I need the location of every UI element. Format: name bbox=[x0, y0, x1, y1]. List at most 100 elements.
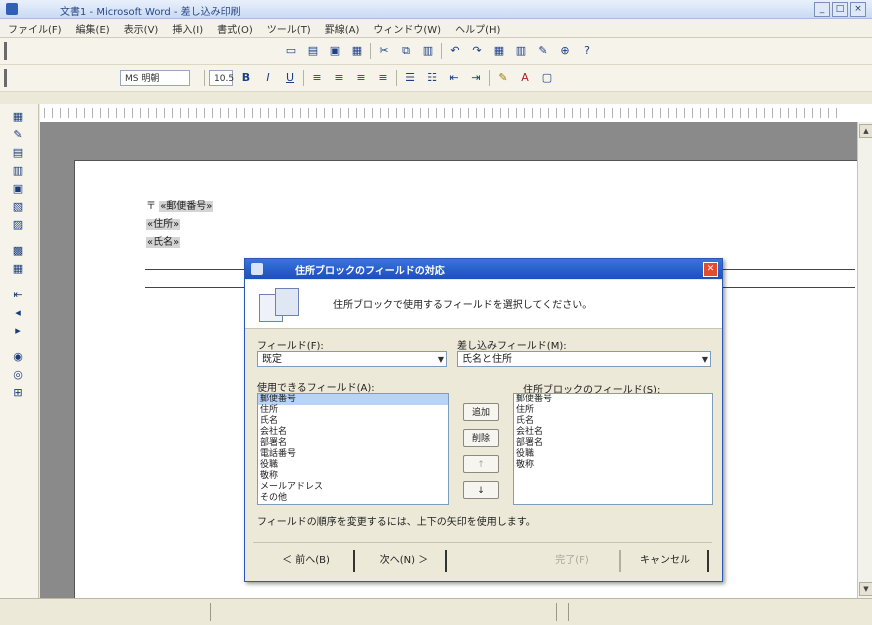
list-item[interactable]: その他 bbox=[258, 493, 448, 504]
list-item[interactable]: 氏名 bbox=[258, 416, 448, 427]
merge-field-select[interactable]: 氏名と住所 ▼ bbox=[457, 351, 711, 367]
list-item[interactable]: 会社名 bbox=[258, 427, 448, 438]
horizontal-ruler[interactable] bbox=[40, 104, 872, 123]
bold-icon[interactable]: B bbox=[237, 69, 255, 87]
menu-table[interactable]: 罫線(A) bbox=[325, 21, 360, 36]
align-left-icon[interactable]: ≡ bbox=[308, 69, 326, 87]
copy-icon[interactable]: ⧉ bbox=[397, 42, 415, 60]
open-folder-icon[interactable]: ▤ bbox=[304, 42, 322, 60]
indent-icon[interactable]: ⇥ bbox=[467, 69, 485, 87]
redo-icon[interactable]: ↷ bbox=[468, 42, 486, 60]
undo-icon[interactable]: ↶ bbox=[446, 42, 464, 60]
justify-icon[interactable]: ≡ bbox=[374, 69, 392, 87]
print-icon[interactable]: ▦ bbox=[348, 42, 366, 60]
list-item[interactable]: 役職 bbox=[514, 449, 712, 460]
greeting-line-icon[interactable]: ▧ bbox=[9, 200, 27, 214]
font-select[interactable]: MS 明朝 bbox=[120, 70, 190, 86]
move-down-button[interactable]: ↓ bbox=[463, 481, 499, 499]
find-entry-icon[interactable]: ◉ bbox=[9, 350, 27, 364]
formatting-toolbar: MS 明朝 10.5 B I U ≡ ≡ ≡ ≡ ☰ ☷ ⇤ ⇥ ✎ A ▢ bbox=[0, 65, 872, 92]
insert-merge-field-icon[interactable]: ▦ bbox=[9, 110, 27, 124]
add-field-button[interactable]: 追加 bbox=[463, 403, 499, 421]
view-merged-data-icon[interactable]: ▩ bbox=[9, 244, 27, 258]
help-icon[interactable]: ? bbox=[578, 42, 596, 60]
menu-view[interactable]: 表示(V) bbox=[124, 21, 159, 36]
cancel-button[interactable]: キャンセル bbox=[623, 550, 709, 572]
highlight-icon[interactable]: ✎ bbox=[494, 69, 512, 87]
scroll-up-icon[interactable]: ▲ bbox=[859, 124, 872, 138]
list-item[interactable]: 郵便番号 bbox=[258, 394, 448, 405]
move-up-button[interactable]: ↑ bbox=[463, 455, 499, 473]
merge-field-postal-code[interactable]: «郵便番号» bbox=[159, 201, 214, 212]
highlight-fields-icon[interactable]: ▦ bbox=[9, 262, 27, 276]
align-center-icon[interactable]: ≡ bbox=[330, 69, 348, 87]
next-button[interactable]: 次へ(N) ＞ bbox=[363, 550, 447, 572]
insert-word-field-icon[interactable]: ▨ bbox=[9, 218, 27, 232]
scroll-down-icon[interactable]: ▼ bbox=[859, 582, 872, 596]
main-document-icon[interactable]: ▥ bbox=[9, 164, 27, 178]
toolbar-grip[interactable] bbox=[4, 42, 7, 60]
toolbar-grip[interactable] bbox=[4, 69, 7, 87]
merge-field-address[interactable]: «住所» bbox=[146, 219, 181, 230]
back-button[interactable]: ＜ 前へ(B) bbox=[259, 550, 355, 572]
numbering-icon[interactable]: ☰ bbox=[401, 69, 419, 87]
available-fields-list[interactable]: 郵便番号 住所 氏名 会社名 部署名 電話番号 役職 敬称 メールアドレス その… bbox=[257, 393, 449, 505]
list-item[interactable]: メールアドレス bbox=[258, 482, 448, 493]
vertical-scrollbar[interactable]: ▲ ▼ bbox=[857, 122, 872, 598]
list-item[interactable]: 郵便番号 bbox=[514, 394, 712, 405]
new-document-icon[interactable]: ▭ bbox=[282, 42, 300, 60]
menu-edit[interactable]: 編集(E) bbox=[76, 21, 110, 36]
underline-icon[interactable]: U bbox=[281, 69, 299, 87]
field-select[interactable]: 既定 ▼ bbox=[257, 351, 447, 367]
finish-button[interactable]: 完了(F) bbox=[525, 550, 621, 572]
bullets-icon[interactable]: ☷ bbox=[423, 69, 441, 87]
edit-recipients-icon[interactable]: ✎ bbox=[9, 128, 27, 142]
list-item[interactable]: 敬称 bbox=[258, 471, 448, 482]
dialog-title-bar[interactable]: 住所ブロックのフィールドの対応 ✕ bbox=[245, 259, 722, 279]
list-item[interactable]: 敬称 bbox=[514, 460, 712, 471]
menu-insert[interactable]: 挿入(I) bbox=[172, 21, 203, 36]
columns-icon[interactable]: ▥ bbox=[512, 42, 530, 60]
menu-tools[interactable]: ツール(T) bbox=[267, 21, 311, 36]
list-item[interactable]: 会社名 bbox=[514, 427, 712, 438]
minimize-button[interactable]: _ bbox=[814, 2, 830, 17]
save-icon[interactable]: ▣ bbox=[326, 42, 344, 60]
next-record-icon[interactable]: ▸ bbox=[9, 324, 27, 338]
list-item[interactable]: 住所 bbox=[258, 405, 448, 416]
list-item[interactable]: 氏名 bbox=[514, 416, 712, 427]
border-icon[interactable]: ▢ bbox=[538, 69, 556, 87]
font-size-select[interactable]: 10.5 bbox=[209, 70, 234, 86]
list-item[interactable]: 役職 bbox=[258, 460, 448, 471]
cut-icon[interactable]: ✂ bbox=[375, 42, 393, 60]
list-item[interactable]: 電話番号 bbox=[258, 449, 448, 460]
selected-fields-list[interactable]: 郵便番号 住所 氏名 会社名 部署名 役職 敬称 bbox=[513, 393, 713, 505]
drawing-icon[interactable]: ✎ bbox=[534, 42, 552, 60]
list-item[interactable]: 部署名 bbox=[258, 438, 448, 449]
align-right-icon[interactable]: ≡ bbox=[352, 69, 370, 87]
font-color-icon[interactable]: A bbox=[516, 69, 534, 87]
outdent-icon[interactable]: ⇤ bbox=[445, 69, 463, 87]
menu-help[interactable]: ヘルプ(H) bbox=[455, 21, 500, 36]
list-item[interactable]: 部署名 bbox=[514, 438, 712, 449]
italic-icon[interactable]: I bbox=[259, 69, 277, 87]
close-button[interactable]: × bbox=[850, 2, 866, 17]
menu-file[interactable]: ファイル(F) bbox=[8, 21, 62, 36]
maximize-button[interactable]: □ bbox=[832, 2, 848, 17]
menu-window[interactable]: ウィンドウ(W) bbox=[373, 21, 441, 36]
menu-format[interactable]: 書式(O) bbox=[217, 21, 253, 36]
list-item[interactable]: 住所 bbox=[514, 405, 712, 416]
remove-field-button[interactable]: 削除 bbox=[463, 429, 499, 447]
merge-field-name[interactable]: «氏名» bbox=[146, 237, 181, 248]
merge-to-document-icon[interactable]: ⊞ bbox=[9, 386, 27, 400]
paste-icon[interactable]: ▥ bbox=[419, 42, 437, 60]
dialog-close-icon[interactable]: ✕ bbox=[703, 262, 718, 277]
check-errors-icon[interactable]: ◎ bbox=[9, 368, 27, 382]
status-separator bbox=[568, 603, 569, 621]
toolbar-separator bbox=[489, 70, 490, 86]
open-data-source-icon[interactable]: ▤ bbox=[9, 146, 27, 160]
prev-record-icon[interactable]: ◂ bbox=[9, 306, 27, 320]
table-icon[interactable]: ▦ bbox=[490, 42, 508, 60]
zoom-icon[interactable]: ⊕ bbox=[556, 42, 574, 60]
address-block-icon[interactable]: ▣ bbox=[9, 182, 27, 196]
first-record-icon[interactable]: ⇤ bbox=[9, 288, 27, 302]
